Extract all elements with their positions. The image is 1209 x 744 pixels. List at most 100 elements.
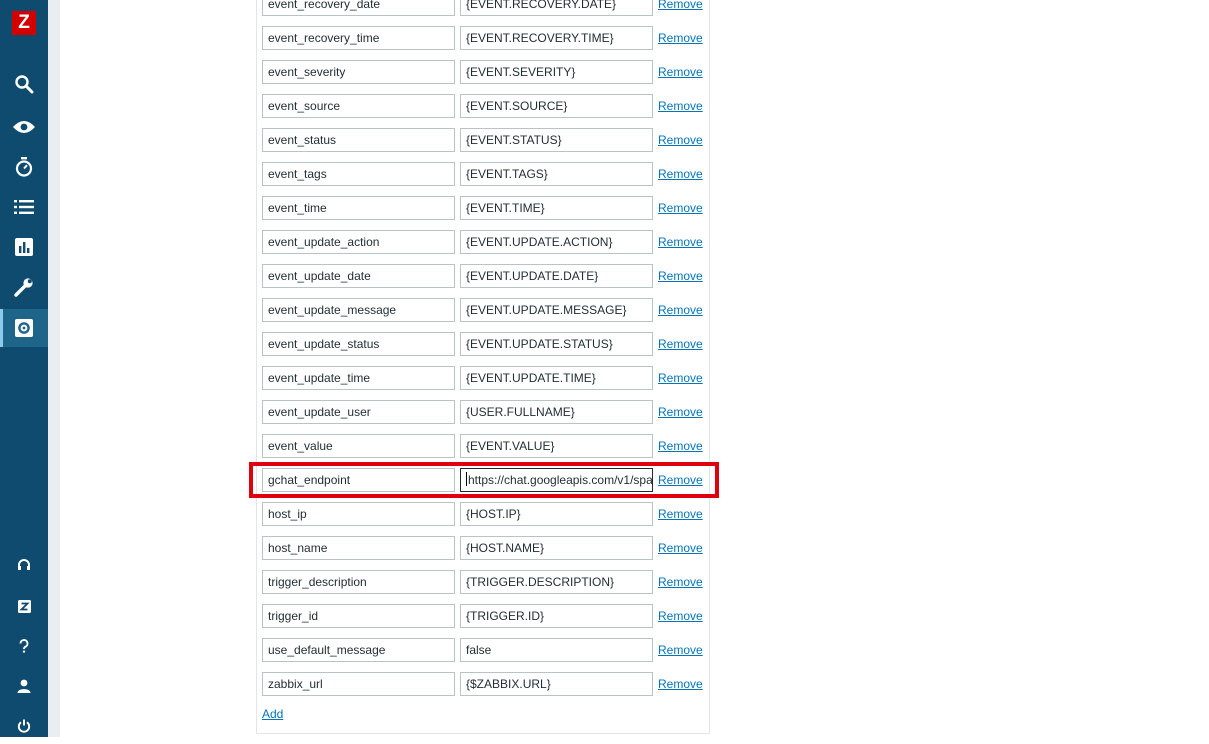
remove-parameter-link[interactable]: Remove [658,541,703,555]
parameter-name-input[interactable]: zabbix_url [262,672,455,696]
parameter-name-input[interactable]: event_recovery_time [262,26,455,50]
parameter-value-input[interactable]: {EVENT.UPDATE.MESSAGE} [460,298,653,322]
parameter-row: event_time {EVENT.TIME} Remove [262,196,712,220]
add-parameter-link[interactable]: Add [262,707,283,721]
parameter-name-input[interactable]: event_update_message [262,298,455,322]
parameter-value-input[interactable]: {EVENT.UPDATE.DATE} [460,264,653,288]
remove-parameter-link[interactable]: Remove [658,609,703,623]
parameter-name-input[interactable]: event_update_user [262,400,455,424]
parameter-value-input[interactable]: {TRIGGER.ID} [460,604,653,628]
remove-parameter-link[interactable]: Remove [658,201,703,215]
remove-parameter-link[interactable]: Remove [658,303,703,317]
parameter-name-input[interactable]: trigger_description [262,570,455,594]
parameter-value-input[interactable]: {HOST.NAME} [460,536,653,560]
parameter-value-input[interactable]: {EVENT.STATUS} [460,128,653,152]
reports-chart-icon[interactable] [0,229,48,265]
help-icon[interactable] [0,628,48,664]
remove-parameter-link[interactable]: Remove [658,337,703,351]
parameter-row: event_recovery_date {EVENT.RECOVERY.DATE}… [262,0,712,16]
parameter-name-input[interactable]: use_default_message [262,638,455,662]
parameter-name-input[interactable]: event_source [262,94,455,118]
remove-parameter-link[interactable]: Remove [658,405,703,419]
parameter-name-input[interactable]: event_update_time [262,366,455,390]
parameter-value-input[interactable]: {EVENT.SEVERITY} [460,60,653,84]
remove-parameter-link[interactable]: Remove [658,31,703,45]
parameter-row: event_update_user {USER.FULLNAME} Remove [262,400,712,424]
parameter-row: event_severity {EVENT.SEVERITY} Remove [262,60,712,84]
remove-parameter-link[interactable]: Remove [658,575,703,589]
parameter-row: event_source {EVENT.SOURCE} Remove [262,94,712,118]
parameter-value-input[interactable]: false [460,638,653,662]
parameter-name-input[interactable]: trigger_id [262,604,455,628]
support-headset-icon[interactable] [0,547,48,583]
sidebar: Z [0,0,48,737]
parameter-row: trigger_description {TRIGGER.DESCRIPTION}… [262,570,712,594]
parameter-value-input[interactable]: {EVENT.UPDATE.ACTION} [460,230,653,254]
parameter-row: gchat_endpoint https://chat.googleapis.co… [262,468,712,492]
parameter-row: event_update_time {EVENT.UPDATE.TIME} Remo… [262,366,712,390]
parameter-value-input[interactable]: {EVENT.UPDATE.STATUS} [460,332,653,356]
inventory-list-icon[interactable] [0,189,48,225]
zabbix-logo[interactable]: Z [12,11,36,35]
parameter-name-input[interactable]: host_ip [262,502,455,526]
parameter-value-input[interactable]: https://chat.googleapis.com/v1/spa [460,468,653,492]
remove-parameter-link[interactable]: Remove [658,371,703,385]
parameter-value-input[interactable]: {EVENT.TIME} [460,196,653,220]
parameter-row: event_update_action {EVENT.UPDATE.ACTION}… [262,230,712,254]
sidebar-edge [48,0,60,737]
remove-parameter-link[interactable]: Remove [658,133,703,147]
sign-out-icon[interactable] [0,708,48,744]
monitoring-eye-icon[interactable] [0,109,48,145]
parameter-name-input[interactable]: event_severity [262,60,455,84]
remove-parameter-link[interactable]: Remove [658,643,703,657]
parameter-name-input[interactable]: host_name [262,536,455,560]
remove-parameter-link[interactable]: Remove [658,269,703,283]
parameter-row: event_update_date {EVENT.UPDATE.DATE} Remo… [262,264,712,288]
parameter-name-input[interactable]: event_status [262,128,455,152]
parameter-name-input[interactable]: event_update_action [262,230,455,254]
parameter-name-input[interactable]: event_tags [262,162,455,186]
parameter-row: host_name {HOST.NAME} Remove [262,536,712,560]
parameter-value-text: https://chat.googleapis.com/v1/spa [468,473,653,487]
parameter-value-input[interactable]: {EVENT.RECOVERY.DATE} [460,0,653,16]
parameter-row: event_tags {EVENT.TAGS} Remove [262,162,712,186]
parameter-row: event_value {EVENT.VALUE} Remove [262,434,712,458]
remove-parameter-link[interactable]: Remove [658,65,703,79]
data-collection-wrench-icon[interactable] [0,269,48,305]
parameter-row: event_recovery_time {EVENT.RECOVERY.TIME}… [262,26,712,50]
parameter-value-input[interactable]: {TRIGGER.DESCRIPTION} [460,570,653,594]
parameter-name-input[interactable]: gchat_endpoint [262,468,455,492]
administration-gear-icon[interactable] [0,309,48,347]
parameter-row: zabbix_url {$ZABBIX.URL} Remove [262,672,712,696]
parameter-value-input[interactable]: {EVENT.SOURCE} [460,94,653,118]
remove-parameter-link[interactable]: Remove [658,677,703,691]
parameter-value-input[interactable]: {EVENT.VALUE} [460,434,653,458]
parameter-name-input[interactable]: event_recovery_date [262,0,455,16]
parameter-name-input[interactable]: event_update_date [262,264,455,288]
parameter-row: host_ip {HOST.IP} Remove [262,502,712,526]
remove-parameter-link[interactable]: Remove [658,235,703,249]
zabbix-share-icon[interactable] [0,588,48,624]
text-caret [466,472,467,486]
remove-parameter-link[interactable]: Remove [658,439,703,453]
parameter-value-input[interactable]: {USER.FULLNAME} [460,400,653,424]
remove-parameter-link[interactable]: Remove [658,473,703,487]
remove-parameter-link[interactable]: Remove [658,99,703,113]
search-icon[interactable] [0,66,48,102]
services-timer-icon[interactable] [0,149,48,185]
parameter-value-input[interactable]: {EVENT.UPDATE.TIME} [460,366,653,390]
parameter-name-input[interactable]: event_value [262,434,455,458]
parameter-row: trigger_id {TRIGGER.ID} Remove [262,604,712,628]
remove-parameter-link[interactable]: Remove [658,167,703,181]
parameter-value-input[interactable]: {$ZABBIX.URL} [460,672,653,696]
user-settings-icon[interactable] [0,668,48,704]
parameter-name-input[interactable]: event_update_status [262,332,455,356]
parameter-name-input[interactable]: event_time [262,196,455,220]
remove-parameter-link[interactable]: Remove [658,0,703,11]
parameter-row: event_status {EVENT.STATUS} Remove [262,128,712,152]
parameter-row: event_update_status {EVENT.UPDATE.STATUS}… [262,332,712,356]
remove-parameter-link[interactable]: Remove [658,507,703,521]
parameter-value-input[interactable]: {HOST.IP} [460,502,653,526]
parameter-value-input[interactable]: {EVENT.TAGS} [460,162,653,186]
parameter-value-input[interactable]: {EVENT.RECOVERY.TIME} [460,26,653,50]
